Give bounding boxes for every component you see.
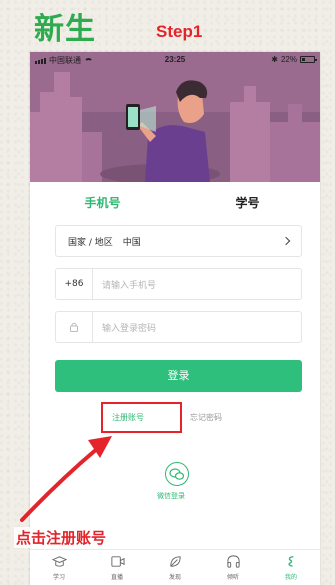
nav-item-live[interactable]: 直播 — [88, 550, 146, 585]
login-banner-illustration — [30, 52, 320, 182]
bluetooth-icon: ✱ — [271, 55, 278, 64]
leaf-icon — [169, 556, 181, 567]
step-label: Step1 — [156, 22, 203, 41]
wechat-login-button[interactable] — [165, 462, 189, 486]
battery-icon — [300, 56, 317, 63]
wechat-icon — [169, 468, 185, 480]
phone-input[interactable]: 请输入手机号 — [102, 278, 156, 291]
graduation-cap-icon — [51, 556, 67, 567]
password-input[interactable]: 输入登录密码 — [102, 321, 156, 334]
chevron-right-icon — [281, 236, 291, 246]
phone-screen: 中国联通 23:25 ✱ 22% 手机号 学号 国家 / 地区 中国 +86 请… — [30, 52, 320, 585]
nav-label-study: 学习 — [52, 574, 65, 581]
login-tabs: 手机号 学号 — [30, 188, 320, 218]
forgot-password-link[interactable]: 忘记密码 — [190, 412, 222, 423]
page-title: 新生 — [34, 12, 96, 47]
status-bar: 中国联通 23:25 ✱ 22% — [30, 52, 320, 68]
lock-icon — [56, 312, 93, 342]
nav-item-discover[interactable]: 发现 — [146, 550, 204, 585]
nav-label-listen: 倾听 — [226, 574, 239, 581]
password-field[interactable]: 输入登录密码 — [55, 311, 302, 343]
login-button[interactable]: 登录 — [55, 360, 302, 392]
video-icon — [110, 556, 125, 567]
user-icon — [287, 556, 293, 567]
country-value: 中国 — [122, 237, 141, 248]
nav-label-discover: 发现 — [168, 574, 181, 581]
country-selector[interactable]: 国家 / 地区 中国 — [55, 225, 302, 257]
nav-item-listen[interactable]: 倾听 — [204, 550, 262, 585]
headphones-icon — [226, 555, 240, 568]
bottom-nav: 学习 直播 发现 倾听 我的 — [30, 549, 320, 585]
battery-percent: 22% — [280, 55, 297, 64]
phone-field[interactable]: +86 请输入手机号 — [55, 268, 302, 300]
register-link[interactable]: 注册账号 — [112, 412, 144, 423]
annotation-text: 点击注册账号 — [14, 527, 109, 548]
country-label: 国家 / 地区 — [68, 237, 113, 248]
tab-phone[interactable]: 手机号 — [30, 188, 175, 218]
country-code: +86 — [56, 269, 93, 299]
nav-label-live: 直播 — [110, 574, 123, 581]
nav-label-mine: 我的 — [284, 574, 297, 581]
tab-student-id[interactable]: 学号 — [175, 188, 320, 218]
nav-item-mine[interactable]: 我的 — [262, 550, 320, 585]
nav-item-study[interactable]: 学习 — [30, 550, 88, 585]
wechat-login-label: 微信登录 — [157, 492, 185, 500]
